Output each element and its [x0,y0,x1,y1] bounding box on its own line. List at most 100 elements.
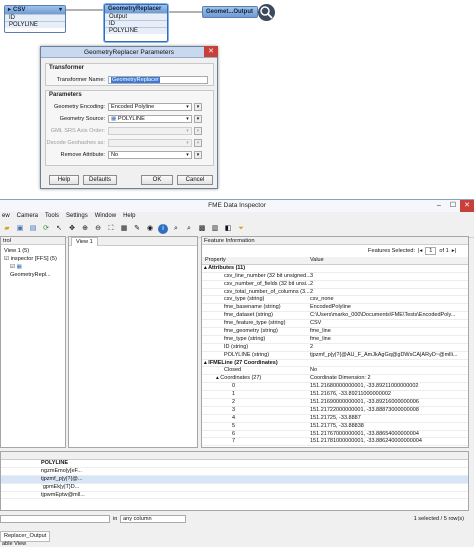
menu-bar: ew Camera Tools Settings Window Help [0,212,474,221]
tree-inspector[interactable]: ☑ inspector [FFS] (5) [4,255,62,263]
minimize-icon[interactable]: – [432,200,446,212]
feature-info-row[interactable]: 4 151.21725, -33.8887 [202,415,468,423]
menu-camera[interactable]: Camera [17,212,38,221]
feature-info-row[interactable]: ID (string) 2 [202,344,468,352]
tree-geometry-replacer[interactable]: ☑ ▦ GeometryRepl... [4,263,62,279]
feature-info-row[interactable]: 7 151.21781000000001, -33.886240000000004 [202,438,468,447]
info-icon[interactable]: i [158,224,168,234]
zoom-out-icon[interactable]: ⊖ [93,224,103,234]
layers-icon[interactable]: ◧ [223,224,233,234]
geometry-encoding-select[interactable]: Encoded Polyline ▾ [108,102,192,111]
geometry-replacer-node[interactable]: GeometryReplacer Output ID POLYLINE [104,4,168,42]
value-cell: 2 [310,343,314,350]
table-row[interactable]: ngzmEmo|y[eF... [1,468,468,476]
prev-feature-icon[interactable]: |◂ [418,248,422,254]
search-icon[interactable]: ⌕ [184,224,194,234]
search-scope-select[interactable]: any column [120,515,186,523]
menu-help[interactable]: Help [123,212,135,221]
output-node-header[interactable]: Geomet...Output [203,7,257,17]
feature-info-row[interactable]: POLYLINE (string) tjpzmf_p|y|?{@AU_F_AmJk… [202,352,468,360]
transformer-name-field[interactable]: GeometryReplacer [108,75,208,84]
new-icon[interactable]: ▣ [15,224,25,234]
feature-info-row[interactable]: ▴ Coordinates (27) Coordinate Dimension: … [202,375,468,384]
ok-button[interactable]: OK [141,175,173,185]
menu-window[interactable]: Window [95,212,116,221]
menu-settings[interactable]: Settings [66,212,88,221]
measure-icon[interactable]: ✎ [132,224,142,234]
camera-icon[interactable]: ◉ [145,224,155,234]
replacer-node-header[interactable]: GeometryReplacer [105,5,167,13]
feature-info-row[interactable]: fme_type (string) fme_line [202,336,468,344]
options-menu-button[interactable]: ▾ [194,114,202,123]
maximize-icon[interactable]: ☐ [446,200,460,212]
feature-index[interactable]: 1 [425,247,437,255]
options-menu-button[interactable]: ▾ [194,102,202,111]
close-icon[interactable]: ✕ [460,200,474,212]
search-icon[interactable]: ⌕ [171,224,181,234]
decode-geohashes-select[interactable]: ▾ [108,138,192,147]
feature-info-row[interactable]: fme_basename (string) EncodedPolyline [202,304,468,313]
inspector-magnifier-icon[interactable] [258,4,275,21]
col-polyline[interactable]: POLYLINE [41,460,68,467]
port-id[interactable]: ID [105,20,167,27]
feature-info-row[interactable]: 2 151.21690000000001, -33.89216000000006 [202,399,468,407]
feature-info-row[interactable]: fme_feature_type (string) CSV [202,320,468,329]
cancel-button[interactable]: Cancel [177,175,213,185]
zoom-in-icon[interactable]: ⊕ [80,224,90,234]
feature-info-row[interactable]: csv_line_number (32 bit unsigned... 3 [202,273,468,281]
feature-info-row[interactable]: ▴ Attributes (11) [202,265,468,273]
feature-info-row[interactable]: 5 151.21775, -33.88838 [202,423,468,431]
map-canvas[interactable] [69,246,197,447]
feature-info-row[interactable]: 1 151.21676, -33.89211000000002 [202,391,468,400]
col-property[interactable]: Property [202,257,310,264]
col-value[interactable]: Value [310,257,468,264]
feature-info-title: Feature Information [202,237,468,245]
select-icon[interactable]: ↖ [54,224,64,234]
options-menu-button[interactable]: ▾ [194,138,202,147]
feature-info-row[interactable]: csv_total_number_of_columns (3... 2 [202,289,468,297]
help-button[interactable]: Help [49,175,79,185]
filter-icon[interactable]: ⏷ [236,224,246,234]
feature-info-row[interactable]: Closed No [202,367,468,376]
port-output[interactable]: Output [105,13,167,20]
options-menu-button[interactable]: ▾ [194,150,202,159]
menu-view[interactable]: ew [2,212,10,221]
refresh-icon[interactable]: ⟳ [41,224,51,234]
feature-info-row[interactable]: fme_geometry (string) fme_line [202,328,468,336]
table-icon[interactable]: ▥ [210,224,220,234]
next-feature-icon[interactable]: ▸| [452,248,456,254]
property-cell: ▴ Coordinates (27) [216,375,262,382]
tab-table-view[interactable]: able View [2,540,26,549]
pan-icon[interactable]: ✥ [67,224,77,234]
gml-srs-select[interactable]: ▾ [108,126,192,135]
feature-info-row[interactable]: csv_number_of_fields (32 bit unsi... 2 [202,281,468,289]
image-icon[interactable]: ▩ [197,224,207,234]
feature-info-row[interactable]: 6 151.21767000000001, -33.88654000000004 [202,431,468,439]
feature-info-row[interactable]: ▴ IFMELine (27 Coordinates) [202,360,468,368]
feature-info-row[interactable]: 3 151.21722000000001, -33.88873000000008 [202,407,468,415]
tree-view-1[interactable]: View 1 (5) [4,247,62,255]
feature-info-row[interactable]: 0 151.21680000000001, -33.89211000000002 [202,383,468,392]
geometry-output-node[interactable]: Geomet...Output [202,6,258,18]
defaults-button[interactable]: Defaults [83,175,117,185]
table-row[interactable]: `gpmEk|y|T}D... [1,484,468,492]
remove-attribute-label: Remove Attribute: [60,151,105,158]
port-polyline[interactable]: POLYLINE [105,27,167,34]
menu-tools[interactable]: Tools [45,212,59,221]
feature-info-row[interactable]: csv_type (string) csv_none [202,296,468,305]
options-menu-button[interactable]: ▾ [194,126,202,135]
polyline-cell: tjpzmf_p|y|?{@... [41,475,83,482]
remove-attribute-select[interactable]: No ▾ [108,150,192,159]
table-row[interactable]: tjpzmf_p|y|?{@... [1,475,468,484]
feature-info-row[interactable]: fme_dataset (string) C:\Users\marko_000\D… [202,312,468,321]
table-icon: ▦ [16,264,22,270]
table-row[interactable]: tjpwmEptw@mll... [1,492,468,500]
grid-icon[interactable]: ▦ [119,224,129,234]
close-icon[interactable]: ✕ [204,46,218,57]
search-input[interactable] [0,515,110,523]
open-icon[interactable]: ▰ [2,224,12,234]
fit-icon[interactable]: ⛶ [106,224,116,234]
save-icon[interactable]: ▤ [28,224,38,234]
property-cell: 5 [232,422,236,429]
geometry-source-select[interactable]: ▦ POLYLINE ▾ [108,114,192,123]
